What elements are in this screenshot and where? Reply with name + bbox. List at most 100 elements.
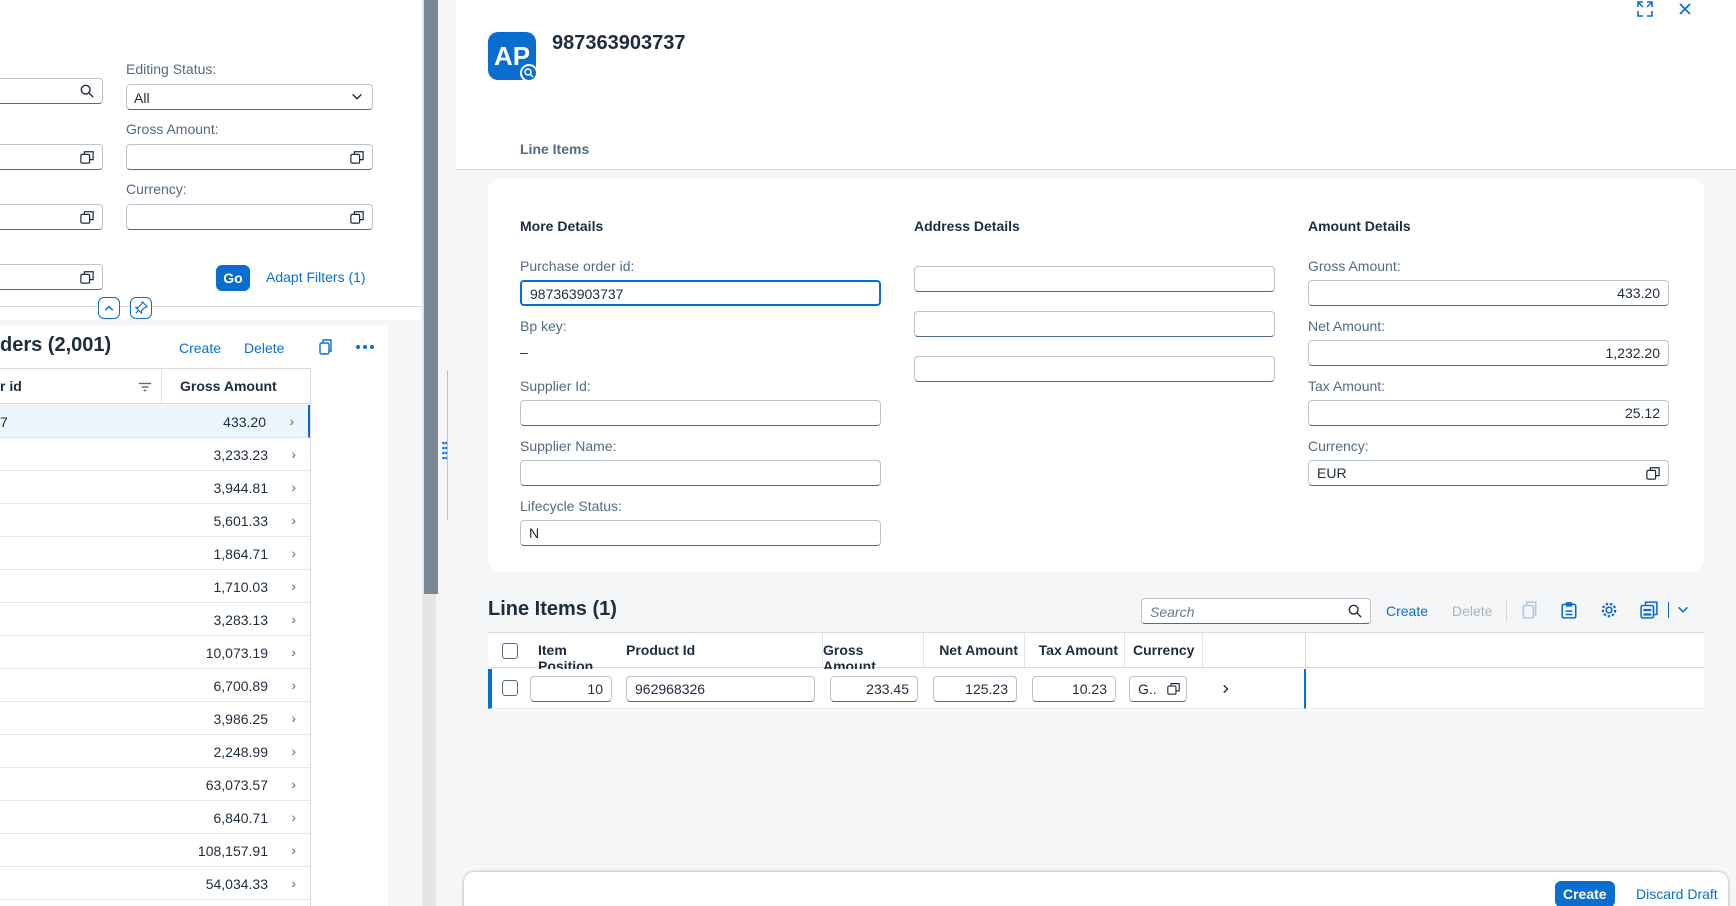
column-header-navigation xyxy=(1202,632,1306,668)
table-row[interactable]: 6,700.89 › xyxy=(0,669,310,702)
lifecycle-status-field[interactable]: N xyxy=(520,520,881,546)
column-header-currency[interactable]: Currency xyxy=(1124,632,1202,668)
editing-status-select[interactable]: All xyxy=(126,84,373,110)
value-help-icon[interactable] xyxy=(80,210,94,224)
navigation-chevron-icon[interactable]: › xyxy=(291,611,296,627)
navigation-chevron-icon[interactable]: › xyxy=(291,743,296,759)
table-row[interactable]: 3,233.23 › xyxy=(0,438,310,471)
search-filter-input[interactable] xyxy=(0,78,103,104)
address-field-1[interactable] xyxy=(914,266,1275,292)
layout-splitter-bar[interactable] xyxy=(424,0,438,594)
product-id-input[interactable]: 962968326 xyxy=(626,676,815,702)
supplier-name-field[interactable] xyxy=(520,460,881,486)
navigation-chevron-icon[interactable]: › xyxy=(291,842,296,858)
go-button[interactable]: Go xyxy=(216,265,250,291)
value-help-icon[interactable] xyxy=(1646,466,1660,480)
navigation-chevron-icon[interactable]: › xyxy=(291,710,296,726)
table-row[interactable]: 108,157.91 › xyxy=(0,834,310,867)
value-help-icon[interactable] xyxy=(350,210,364,224)
currency-field[interactable]: EUR xyxy=(1308,460,1669,486)
navigation-chevron-icon[interactable]: › xyxy=(289,413,294,429)
column-header-gross-amount[interactable]: Gross Amount xyxy=(161,368,310,404)
table-row[interactable]: 3,986.25 › xyxy=(0,702,310,735)
address-field-3[interactable] xyxy=(914,356,1275,382)
filter-field-2[interactable] xyxy=(0,144,103,170)
filter-field-4[interactable] xyxy=(0,264,103,290)
page-title: 987363903737 xyxy=(552,32,686,54)
net-amount-input[interactable]: 125.23 xyxy=(933,676,1017,702)
export-icon[interactable] xyxy=(1640,601,1658,619)
table-row[interactable]: 2,248.99 › xyxy=(0,735,310,768)
navigation-chevron-icon[interactable]: › xyxy=(291,545,296,561)
currency-input[interactable]: G.. xyxy=(1129,676,1187,702)
column-header-id[interactable]: r id xyxy=(0,368,161,404)
supplier-id-field[interactable] xyxy=(520,400,881,426)
chevron-down-icon[interactable] xyxy=(1676,601,1690,619)
fullscreen-icon[interactable] xyxy=(1636,0,1654,18)
currency-filter-input[interactable] xyxy=(126,204,373,230)
address-field-2[interactable] xyxy=(914,311,1275,337)
row-checkbox[interactable] xyxy=(502,680,518,696)
table-row[interactable]: 6,840.71 › xyxy=(0,801,310,834)
delete-button[interactable]: Delete xyxy=(244,340,284,356)
table-row[interactable]: 63,073.57 › xyxy=(0,768,310,801)
table-row[interactable]: 3,944.81 › xyxy=(0,471,310,504)
value-help-icon[interactable] xyxy=(80,150,94,164)
table-row[interactable]: 10 962968326 233.45 125.23 10.23 G.. xyxy=(488,669,1306,709)
value-help-icon[interactable] xyxy=(350,150,364,164)
copy-icon[interactable] xyxy=(317,339,333,355)
line-items-delete-button[interactable]: Delete xyxy=(1452,603,1492,619)
column-header-tax-amount[interactable]: Tax Amount xyxy=(1024,632,1124,668)
item-position-input[interactable]: 10 xyxy=(530,676,612,702)
more-options-icon[interactable] xyxy=(355,339,375,355)
tax-amount-input[interactable]: 10.23 xyxy=(1032,676,1116,702)
navigation-chevron-icon[interactable]: › xyxy=(291,809,296,825)
navigation-chevron-icon[interactable]: › xyxy=(291,446,296,462)
adapt-filters-link[interactable]: Adapt Filters (1) xyxy=(266,269,366,285)
navigation-chevron-icon[interactable]: › xyxy=(291,875,296,891)
gross-amount-filter-input[interactable] xyxy=(126,144,373,170)
search-icon[interactable] xyxy=(1348,604,1362,618)
line-items-create-button[interactable]: Create xyxy=(1386,603,1428,619)
navigation-chevron-icon[interactable] xyxy=(1220,683,1232,695)
table-row[interactable]: 10,073.19 › xyxy=(0,636,310,669)
value-help-icon[interactable] xyxy=(80,270,94,284)
gross-amount-field[interactable]: 433.20 xyxy=(1308,280,1669,306)
navigation-chevron-icon[interactable]: › xyxy=(291,677,296,693)
navigation-chevron-icon[interactable]: › xyxy=(291,644,296,660)
value-help-icon[interactable] xyxy=(1167,682,1180,695)
filter-field-3[interactable] xyxy=(0,204,103,230)
column-header-product-id[interactable]: Product Id xyxy=(620,632,822,668)
close-icon[interactable] xyxy=(1676,0,1694,18)
collapse-header-button[interactable] xyxy=(98,297,120,319)
table-row[interactable]: 1,710.03 › xyxy=(0,570,310,603)
table-row[interactable]: 54,034.33 › xyxy=(0,867,310,900)
tab-line-items[interactable]: Line Items xyxy=(520,141,589,157)
table-row[interactable]: 3,283.13 › xyxy=(0,603,310,636)
paste-icon[interactable] xyxy=(1560,601,1578,619)
line-items-search-input[interactable]: Search xyxy=(1141,598,1371,624)
net-amount-field[interactable]: 1,232.20 xyxy=(1308,340,1669,366)
search-icon[interactable] xyxy=(80,84,94,98)
column-header-gross-amount[interactable]: Gross Amount xyxy=(822,632,923,674)
table-row[interactable]: 5,601.33 › xyxy=(0,504,310,537)
navigation-chevron-icon[interactable]: › xyxy=(291,512,296,528)
table-row[interactable]: 7 433.20 › xyxy=(0,405,310,438)
column-header-net-amount[interactable]: Net Amount xyxy=(923,632,1024,668)
po-id-field[interactable]: 987363903737 xyxy=(520,280,881,306)
gross-amount-input[interactable]: 233.45 xyxy=(830,676,918,702)
copy-icon[interactable] xyxy=(1520,601,1538,619)
create-button[interactable]: Create xyxy=(179,340,221,356)
navigation-chevron-icon[interactable]: › xyxy=(291,479,296,495)
footer-create-button[interactable]: Create xyxy=(1555,881,1615,906)
tax-amount-field[interactable]: 25.12 xyxy=(1308,400,1669,426)
discard-draft-button[interactable]: Discard Draft xyxy=(1636,886,1718,902)
select-all-checkbox[interactable] xyxy=(502,643,518,659)
column-header-item-position[interactable]: Item Position xyxy=(528,632,620,674)
filter-icon[interactable] xyxy=(138,380,152,394)
pin-header-button[interactable] xyxy=(130,297,152,319)
navigation-chevron-icon[interactable]: › xyxy=(291,578,296,594)
table-row[interactable]: 1,864.71 › xyxy=(0,537,310,570)
navigation-chevron-icon[interactable]: › xyxy=(291,776,296,792)
settings-icon[interactable] xyxy=(1600,601,1618,619)
